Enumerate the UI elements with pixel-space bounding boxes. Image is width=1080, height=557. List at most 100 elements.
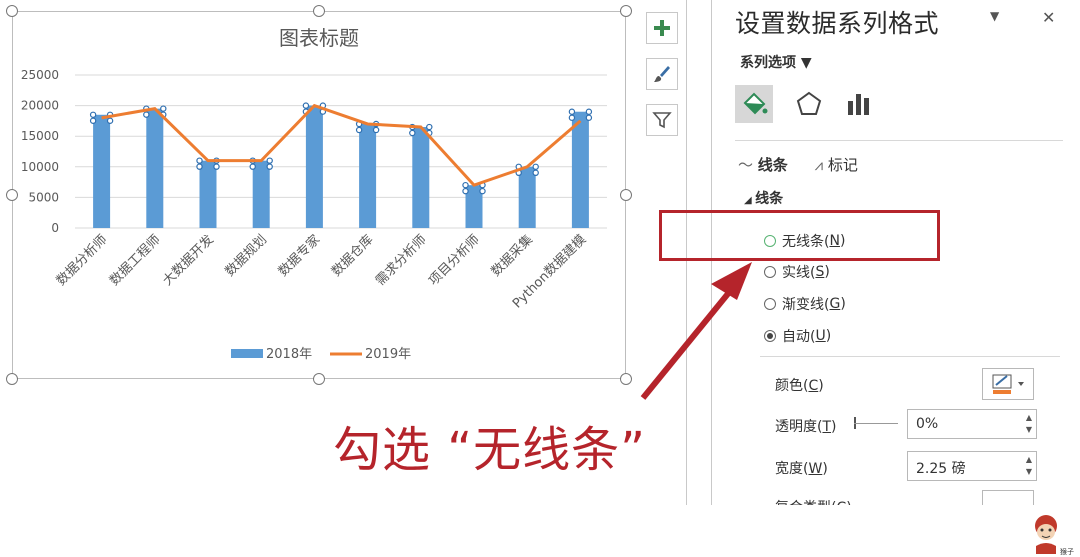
y-tick-label: 5000 (28, 190, 59, 204)
x-category-label: 需求分析师 (373, 232, 430, 289)
monkey-logo-icon (1035, 515, 1057, 554)
bar-selection-handle (532, 163, 539, 170)
spin-arrows-icon[interactable]: ▲ ▼ (1026, 454, 1032, 478)
series-options-dropdown[interactable]: 系列选项 ▼ (740, 52, 812, 72)
bar-selection-handle (196, 163, 203, 170)
legend-label-2019[interactable]: 2019年 (365, 347, 411, 362)
width-label: 宽度(W) (775, 461, 828, 477)
bar-selection-handle (568, 114, 576, 121)
bar-2018[interactable] (359, 123, 377, 228)
collapse-triangle-icon: ◢ (744, 195, 756, 206)
bar-selection-handle (89, 111, 97, 118)
bar-selection-handle (462, 181, 469, 189)
subtab-line[interactable]: 〜 线条 (738, 154, 788, 175)
bar-selection-handle (409, 129, 416, 137)
y-tick-label: 0 (51, 221, 59, 235)
bar-selection-handle (479, 187, 486, 195)
bar-chart-icon (848, 94, 869, 115)
highlight-box (659, 210, 940, 261)
bar-2018[interactable] (252, 160, 270, 228)
compound-type-picker[interactable] (982, 490, 1034, 505)
panel-close-button[interactable]: ✕ (1042, 8, 1055, 27)
paint-bucket-icon (743, 92, 768, 115)
filter-icon (652, 112, 672, 129)
bar-selection-handle (372, 126, 380, 134)
bar-selection-handle (426, 123, 433, 131)
radio-button-gradient-line[interactable] (764, 298, 776, 310)
chart-elements-button[interactable] (646, 12, 678, 44)
bar-2018[interactable] (412, 127, 430, 228)
bar-selection-handle (585, 114, 593, 121)
x-category-label: 数据分析师 (54, 232, 111, 289)
chart-svg: 图表标题 0 5000 10000 15000 20000 25000 数据分析师数据工程… (21, 26, 607, 362)
x-category-label: 数据规划 (223, 232, 270, 279)
bar-selection-handle (532, 169, 539, 176)
bar-selection-handle (585, 108, 593, 115)
bar-selection-handle (266, 157, 273, 164)
y-tick-label: 20000 (21, 99, 59, 113)
chart-styles-button[interactable] (646, 58, 678, 90)
plus-icon (654, 20, 670, 36)
bar-selection-handle (213, 163, 220, 170)
radio-button-solid-line[interactable] (764, 266, 776, 278)
line-section-header[interactable]: ◢ 线条 (744, 188, 783, 208)
bar-selection-handle (355, 126, 363, 134)
chart-title[interactable]: 图表标题 (279, 26, 359, 50)
transparency-slider[interactable] (854, 423, 898, 424)
panel-options-dropdown[interactable]: ▼ (990, 9, 999, 23)
marker-line-icon: ⩘ (814, 156, 828, 174)
x-category-label: 数据专家 (275, 232, 323, 280)
subtab-marker[interactable]: ⩘ 标记 (815, 154, 858, 175)
bar-2018[interactable] (199, 160, 217, 228)
radio-gradient-line[interactable]: 渐变线(G) (764, 294, 846, 314)
line-icon: 〜 (738, 156, 758, 174)
panel-icon-tabs (735, 85, 1065, 130)
bar-selection-handle (462, 187, 469, 195)
bar-2018[interactable] (571, 111, 589, 228)
arrow-shaft (640, 288, 734, 400)
bar-selection-handle (568, 108, 576, 115)
color-label: 颜色(C) (775, 378, 824, 394)
transparency-label: 透明度(T) (775, 419, 837, 435)
legend-label-2018[interactable]: 2018年 (266, 347, 312, 362)
spin-arrows-icon[interactable]: ▲ ▼ (1026, 412, 1032, 436)
bar-selection-handle (89, 117, 97, 124)
pentagon-icon (796, 91, 822, 115)
radio-solid-line[interactable]: 实线(S) (764, 262, 830, 282)
chart-side-tools (646, 12, 680, 150)
x-category-label: 数据仓库 (328, 232, 376, 280)
y-tick-label: 25000 (21, 68, 59, 82)
bar-2018[interactable] (146, 108, 164, 228)
bar-selection-handle (143, 111, 150, 118)
bar-2018[interactable] (305, 105, 323, 228)
effects-tab[interactable] (790, 85, 828, 123)
radio-automatic[interactable]: 自动(U) (764, 326, 831, 346)
x-category-label: 数据工程师 (107, 232, 164, 289)
width-input[interactable]: 2.25 磅 ▲ ▼ (907, 451, 1037, 481)
bar-2018[interactable] (93, 114, 111, 228)
bar-selection-handle (196, 157, 203, 164)
chart-area[interactable]: 图表标题 0 5000 10000 15000 20000 25000 数据分析师 数据工程… (0, 0, 640, 392)
bar-2018[interactable] (518, 166, 536, 228)
pen-color-icon (992, 374, 1024, 394)
callout-text: 勾选 “无线条” (333, 422, 646, 478)
x-category-label: 项目分析师 (426, 232, 483, 289)
line-color-picker[interactable] (982, 368, 1034, 400)
y-tick-label: 15000 (21, 129, 59, 143)
x-category-label: 大数据开发 (160, 232, 217, 289)
panel-title: 设置数据系列格式 (735, 9, 940, 38)
y-tick-label: 10000 (21, 160, 59, 174)
chart-legend: 2018年 2019年 (231, 347, 411, 362)
fill-line-tab[interactable] (735, 85, 773, 123)
chart-filters-button[interactable] (646, 104, 678, 136)
transparency-input[interactable]: 0% ▲ ▼ (907, 409, 1037, 439)
x-category-label: 数据采集 (488, 232, 536, 280)
line-2019[interactable] (101, 103, 582, 187)
radio-button-automatic[interactable] (764, 330, 776, 342)
bar-selection-handle (160, 105, 167, 112)
line-marker-subtabs: 〜 线条 ⩘ 标记 (738, 154, 880, 175)
bar-selection-handle (302, 102, 310, 109)
series-options-tab[interactable] (840, 85, 878, 123)
brush-icon (654, 66, 670, 82)
bar-selection-handle (106, 117, 114, 124)
